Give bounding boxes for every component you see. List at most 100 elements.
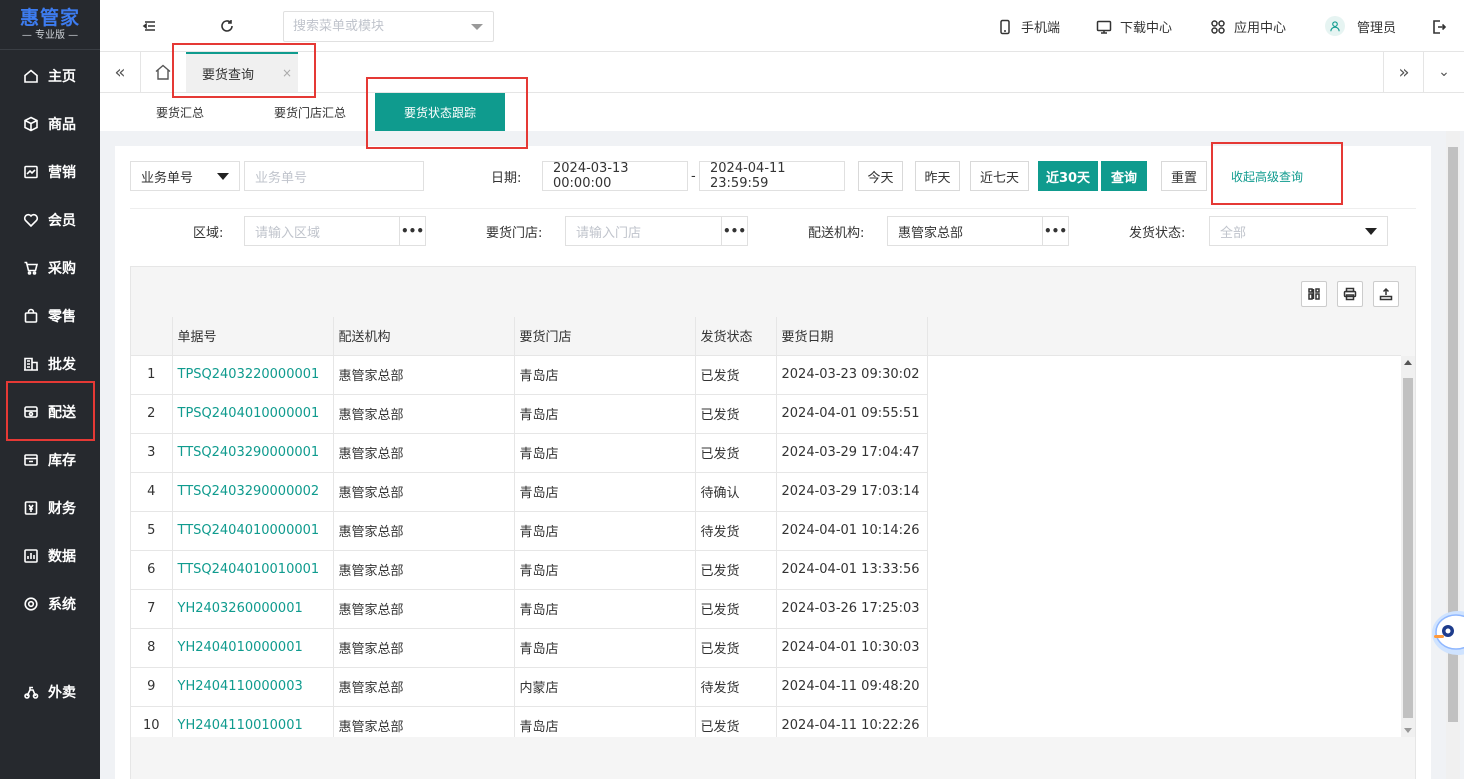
table-row[interactable]: 7 YH2403260000001 惠管家总部 青岛店 已发货 2024-03-26 17… xyxy=(131,589,928,629)
scrollbar-thumb[interactable] xyxy=(1403,378,1413,718)
chevron-down-icon[interactable] xyxy=(471,24,483,30)
tab-requisition-query[interactable]: 要货查询 × xyxy=(186,52,298,92)
yesterday-button[interactable]: 昨天 xyxy=(915,161,960,191)
region-input[interactable]: 请输入区域 ••• xyxy=(244,216,426,246)
sidebar-item-data[interactable]: 数据 xyxy=(0,536,100,576)
table-row[interactable]: 8 YH2404010000001 惠管家总部 青岛店 已发货 2024-04-01 10… xyxy=(131,628,928,668)
page-scrollbar[interactable] xyxy=(1446,131,1460,779)
date-start-input[interactable]: 2024-03-13 00:00:00 xyxy=(542,161,688,191)
org-input[interactable]: 惠管家总部 ••• xyxy=(887,216,1069,246)
row-index: 4 xyxy=(131,472,173,512)
table-row[interactable]: 3 TTSQ2403290000001 惠管家总部 青岛店 已发货 2024-03-29 … xyxy=(131,433,928,473)
sidebar-item-takeout[interactable]: 外卖 xyxy=(0,672,100,712)
query-button[interactable]: 查询 xyxy=(1101,161,1147,191)
menu-search-input[interactable] xyxy=(284,12,464,41)
subtab-status-tracking[interactable]: 要货状态跟踪 xyxy=(375,93,505,131)
doc-type-value: 业务单号 xyxy=(141,170,194,186)
sidebar-item-delivery[interactable]: 配送 xyxy=(0,392,100,432)
col-date[interactable]: 要货日期 xyxy=(776,317,928,356)
doc-number-link[interactable]: YH2403260000001 xyxy=(172,589,334,629)
table-row[interactable]: 4 TTSQ2403290000002 惠管家总部 青岛店 待确认 2024-03-29 … xyxy=(131,472,928,512)
row-index: 7 xyxy=(131,589,173,629)
grid-header-filler xyxy=(927,317,1401,356)
table-row[interactable]: 5 TTSQ2404010000001 惠管家总部 青岛店 待发货 2024-04-01 … xyxy=(131,511,928,551)
apps-icon xyxy=(1211,19,1225,34)
app-center-link[interactable]: 应用中心 xyxy=(1210,17,1286,36)
scroll-down-icon[interactable] xyxy=(1404,728,1412,733)
more-icon[interactable]: ••• xyxy=(399,217,425,245)
subtab-store-summary[interactable]: 要货门店汇总 xyxy=(274,93,346,131)
tabs-scroll-left-icon[interactable]: « xyxy=(100,52,140,92)
table-row[interactable]: 9 YH2404110000003 惠管家总部 内蒙店 待发货 2024-04-11 09… xyxy=(131,667,928,707)
close-icon[interactable]: × xyxy=(282,66,292,80)
sidebar-item-retail[interactable]: 零售 xyxy=(0,296,100,336)
sidebar-item-inventory[interactable]: 库存 xyxy=(0,440,100,480)
doc-number-link[interactable]: TTSQ2404010010001 xyxy=(172,550,334,590)
delivery-org-cell: 惠管家总部 xyxy=(333,472,515,512)
refresh-icon[interactable] xyxy=(217,16,237,36)
assistant-robot-icon[interactable] xyxy=(1428,600,1464,666)
col-store[interactable]: 要货门店 xyxy=(514,317,696,356)
table-row[interactable]: 2 TPSQ2404010000001 惠管家总部 青岛店 已发货 2024-04-01 … xyxy=(131,394,928,434)
doc-number-link[interactable]: TPSQ2403220000001 xyxy=(172,355,334,395)
table-row[interactable]: 1 TPSQ2403220000001 惠管家总部 青岛店 已发货 2024-03-23 … xyxy=(131,355,928,395)
collapse-advanced-link[interactable]: 收起高级查询 xyxy=(1231,161,1303,191)
sidebar-item-members[interactable]: 会员 xyxy=(0,200,100,240)
date-cell: 2024-03-23 09:30:02 xyxy=(776,355,928,395)
last-30-days-button[interactable]: 近30天 xyxy=(1038,161,1098,191)
grid-scrollbar[interactable] xyxy=(1401,356,1415,737)
divider xyxy=(140,52,141,92)
doc-type-select[interactable]: 业务单号 xyxy=(130,161,240,191)
more-icon[interactable]: ••• xyxy=(721,217,747,245)
home-tab-icon[interactable] xyxy=(154,63,172,81)
mobile-link[interactable]: 手机端 xyxy=(997,17,1060,36)
sidebar-item-wholesale[interactable]: 批发 xyxy=(0,344,100,384)
logout-icon[interactable] xyxy=(1429,17,1449,37)
sidebar-item-system[interactable]: 系统 xyxy=(0,584,100,624)
sidebar-item-home[interactable]: 主页 xyxy=(0,56,100,96)
sidebar-item-marketing[interactable]: 营销 xyxy=(0,152,100,192)
print-button[interactable] xyxy=(1337,281,1363,307)
tabs-menu-chevron-down-icon[interactable]: ⌄ xyxy=(1424,52,1464,92)
chart-icon xyxy=(22,163,40,181)
doc-number-link[interactable]: TTSQ2404010000001 xyxy=(172,511,334,551)
date-end-input[interactable]: 2024-04-11 23:59:59 xyxy=(699,161,845,191)
col-status[interactable]: 发货状态 xyxy=(695,317,777,356)
reset-button[interactable]: 重置 xyxy=(1161,161,1207,191)
store-input[interactable]: 请输入门店 ••• xyxy=(565,216,748,246)
scroll-up-icon[interactable] xyxy=(1404,360,1412,365)
doc-number-link[interactable]: YH2404010000001 xyxy=(172,628,334,668)
store-cell: 青岛店 xyxy=(514,472,696,512)
doc-number-link[interactable]: TPSQ2404010000001 xyxy=(172,394,334,434)
menu-search[interactable] xyxy=(283,11,494,42)
org-value: 惠管家总部 xyxy=(898,225,964,241)
subtab-requisition-summary[interactable]: 要货汇总 xyxy=(156,93,204,131)
doc-number-link[interactable]: TTSQ2403290000001 xyxy=(172,433,334,473)
table-row[interactable]: 6 TTSQ2404010010001 惠管家总部 青岛店 已发货 2024-04-01 … xyxy=(131,550,928,590)
download-center-link[interactable]: 下载中心 xyxy=(1096,17,1172,36)
last-7-days-button[interactable]: 近七天 xyxy=(970,161,1029,191)
tabs-scroll-right-icon[interactable]: » xyxy=(1384,52,1424,92)
menu-collapse-icon[interactable] xyxy=(140,16,160,36)
delivery-org-cell: 惠管家总部 xyxy=(333,394,515,434)
col-delivery-org[interactable]: 配送机构 xyxy=(333,317,515,356)
status-select[interactable]: 全部 xyxy=(1209,216,1388,246)
today-button[interactable]: 今天 xyxy=(858,161,903,191)
sidebar-item-purchase[interactable]: 采购 xyxy=(0,248,100,288)
user-menu[interactable]: 管理员 xyxy=(1325,16,1396,36)
store-cell: 青岛店 xyxy=(514,628,696,668)
col-doc-number[interactable]: 单据号 xyxy=(172,317,334,356)
date-cell: 2024-04-01 10:30:03 xyxy=(776,628,928,668)
doc-number-input[interactable]: 业务单号 xyxy=(244,161,424,191)
grid-toolbar xyxy=(1301,281,1399,307)
sidebar-item-goods[interactable]: 商品 xyxy=(0,104,100,144)
sidebar-item-finance[interactable]: 财务 xyxy=(0,488,100,528)
export-button[interactable] xyxy=(1373,281,1399,307)
doc-number-link[interactable]: TTSQ2403290000002 xyxy=(172,472,334,512)
date-cell: 2024-03-29 17:04:47 xyxy=(776,433,928,473)
bar-chart-icon xyxy=(22,547,40,565)
sidebar-item-label: 零售 xyxy=(48,309,76,325)
more-icon[interactable]: ••• xyxy=(1042,217,1068,245)
doc-number-link[interactable]: YH2404110000003 xyxy=(172,667,334,707)
column-settings-button[interactable] xyxy=(1301,281,1327,307)
